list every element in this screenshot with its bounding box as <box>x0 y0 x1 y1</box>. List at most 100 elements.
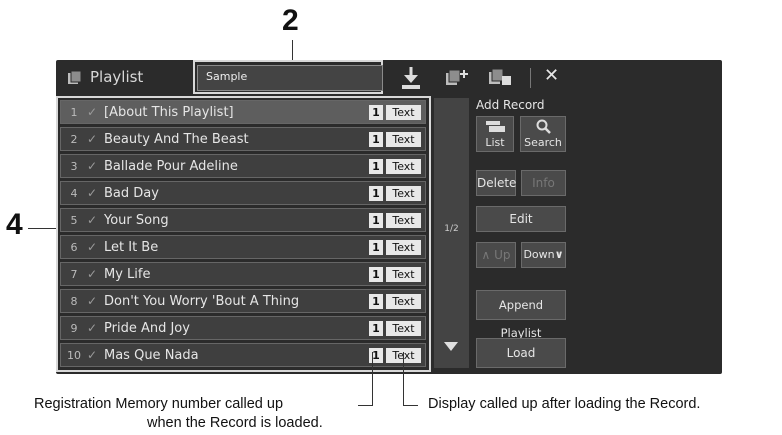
record-number: 2 <box>70 133 78 146</box>
add-playlist-icon[interactable] <box>446 68 470 88</box>
display-badge: Text <box>386 105 421 120</box>
callout-line-2 <box>292 40 293 62</box>
check-icon[interactable]: ✓ <box>87 321 97 335</box>
page-indicator: 1/2 <box>444 224 459 234</box>
registration-number-badge: 1 <box>369 213 383 228</box>
check-icon[interactable]: ✓ <box>87 267 97 281</box>
list-item[interactable]: 1 ✓ [About This Playlist] 1 Text <box>60 100 426 124</box>
check-icon[interactable]: ✓ <box>87 186 97 200</box>
display-callout-tick <box>403 405 418 406</box>
list-item[interactable]: 8 ✓ Don't You Worry 'Bout A Thing 1 Text <box>60 289 426 313</box>
record-title: Don't You Worry 'Bout A Thing <box>104 294 300 309</box>
record-title: Your Song <box>104 213 169 228</box>
record-number: 1 <box>70 106 78 119</box>
registration-number-badge: 1 <box>369 132 383 147</box>
list-label: List <box>485 136 505 149</box>
list-scrollbar[interactable]: 1/2 <box>434 98 469 368</box>
callout-number-4: 4 <box>6 208 23 241</box>
registration-memory-note-line2: when the Record is loaded. <box>147 415 323 431</box>
record-title: [About This Playlist] <box>104 105 234 120</box>
display-badge: Text <box>386 159 421 174</box>
check-icon[interactable]: ✓ <box>87 294 97 308</box>
registration-number-badge: 1 <box>369 240 383 255</box>
move-up-button[interactable]: ∧ Up <box>476 242 516 268</box>
registration-number-badge: 1 <box>369 105 383 120</box>
display-badge: Text <box>386 186 421 201</box>
playlist-name-value: Sample <box>206 70 248 83</box>
move-down-button[interactable]: Down∨ <box>521 242 566 268</box>
check-icon[interactable]: ✓ <box>87 132 97 146</box>
info-button[interactable]: Info <box>521 170 566 196</box>
record-title: Let It Be <box>104 240 159 255</box>
title-bar: Playlist Sample ✕ <box>56 60 722 96</box>
playlist-record-list: 1 ✓ [About This Playlist] 1 Text 2 ✓ Bea… <box>60 98 429 368</box>
display-badge: Text <box>386 321 421 336</box>
rename-playlist-icon[interactable] <box>489 68 513 88</box>
search-label: Search <box>524 136 562 149</box>
display-badge: Text <box>386 213 421 228</box>
record-title: Beauty And The Beast <box>104 132 249 147</box>
edit-button[interactable]: Edit <box>476 206 566 232</box>
check-icon[interactable]: ✓ <box>87 105 97 119</box>
display-callout-line <box>403 352 404 406</box>
display-badge: Text <box>386 294 421 309</box>
reg-memory-callout-line <box>372 352 373 406</box>
add-record-search-button[interactable]: Search <box>520 116 566 152</box>
reg-memory-callout-tick <box>358 405 373 406</box>
list-item[interactable]: 9 ✓ Pride And Joy 1 Text <box>60 316 426 340</box>
close-icon[interactable]: ✕ <box>544 65 559 86</box>
record-title: Bad Day <box>104 186 159 201</box>
display-badge: Text <box>386 267 421 282</box>
delete-button[interactable]: Delete <box>476 170 516 196</box>
list-item[interactable]: 4 ✓ Bad Day 1 Text <box>60 181 426 205</box>
registration-memory-note-line1: Registration Memory number called up <box>34 396 284 412</box>
record-number: 10 <box>67 349 81 362</box>
up-label: Up <box>494 248 511 262</box>
check-icon[interactable]: ✓ <box>87 159 97 173</box>
check-icon[interactable]: ✓ <box>87 348 97 362</box>
list-item[interactable]: 5 ✓ Your Song 1 Text <box>60 208 426 232</box>
record-number: 7 <box>70 268 78 281</box>
down-arrow-icon: ∨ <box>554 248 564 261</box>
registration-number-badge: 1 <box>369 294 383 309</box>
record-number: 3 <box>70 160 78 173</box>
display-badge: Text <box>386 132 421 147</box>
load-button[interactable]: Load <box>476 338 566 368</box>
title-divider <box>530 68 531 88</box>
record-title: My Life <box>104 267 151 282</box>
list-item[interactable]: 6 ✓ Let It Be 1 Text <box>60 235 426 259</box>
record-title: Mas Que Nada <box>104 348 199 363</box>
callout-number-2: 2 <box>282 4 299 37</box>
list-icon <box>486 121 506 136</box>
record-number: 6 <box>70 241 78 254</box>
add-record-list-button[interactable]: List <box>476 116 514 152</box>
list-item[interactable]: 7 ✓ My Life 1 Text <box>60 262 426 286</box>
registration-number-badge: 1 <box>369 267 383 282</box>
display-badge: Text <box>386 240 421 255</box>
list-item[interactable]: 2 ✓ Beauty And The Beast 1 Text <box>60 127 426 151</box>
display-note: Display called up after loading the Reco… <box>428 396 701 412</box>
record-title: Pride And Joy <box>104 321 190 336</box>
save-icon[interactable] <box>400 66 422 90</box>
check-icon[interactable]: ✓ <box>87 213 97 227</box>
check-icon[interactable]: ✓ <box>87 240 97 254</box>
append-playlist-button[interactable]: Append Playlist <box>476 290 566 340</box>
playlist-name-field[interactable]: Sample <box>197 65 383 91</box>
registration-number-badge: 1 <box>369 321 383 336</box>
list-item[interactable]: 3 ✓ Ballade Pour Adeline 1 Text <box>60 154 426 178</box>
page-title: Playlist <box>90 68 144 86</box>
playlist-icon <box>68 70 82 84</box>
registration-number-badge: 1 <box>369 159 383 174</box>
down-label: Down <box>523 248 555 261</box>
record-title: Ballade Pour Adeline <box>104 159 238 174</box>
callout-line-4 <box>28 228 58 229</box>
record-number: 9 <box>70 322 78 335</box>
record-number: 4 <box>70 187 78 200</box>
record-number: 5 <box>70 214 78 227</box>
playlist-screen: Playlist Sample ✕ 1 ✓ [About This Playli… <box>56 60 722 374</box>
registration-number-badge: 1 <box>369 186 383 201</box>
up-arrow-icon: ∧ <box>481 248 495 262</box>
scroll-down-icon[interactable] <box>444 342 458 351</box>
record-number: 8 <box>70 295 78 308</box>
add-record-label: Add Record <box>476 98 545 112</box>
